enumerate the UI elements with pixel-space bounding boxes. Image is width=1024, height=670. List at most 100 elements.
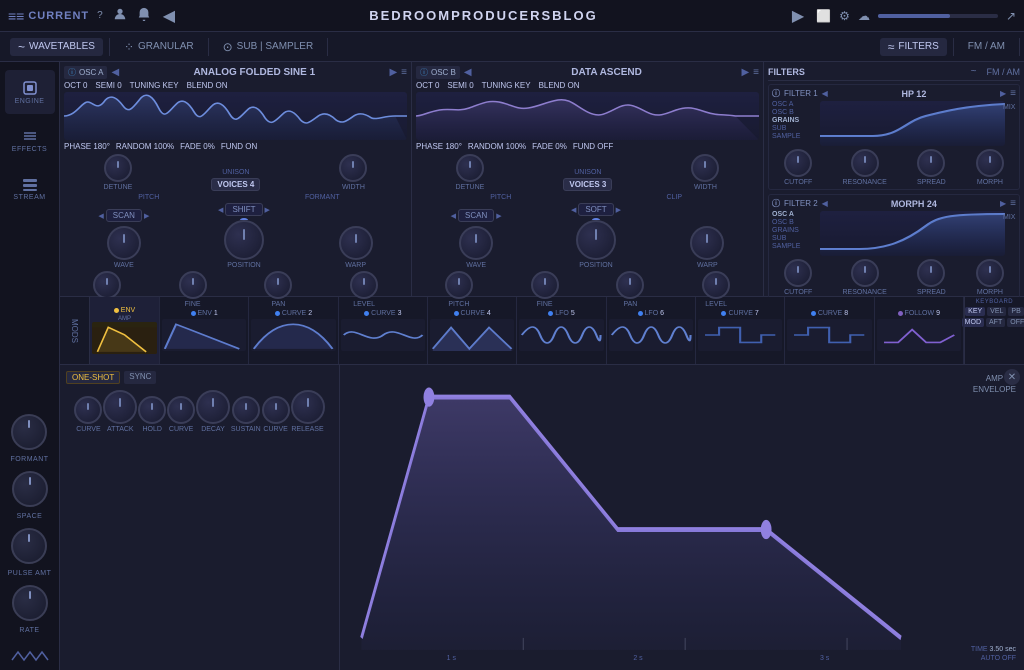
osc-a-shift-badge[interactable]: SHIFT	[225, 203, 262, 216]
kb-key[interactable]: KEY	[965, 307, 985, 316]
osc-a-scan-badge[interactable]: SCAN	[106, 209, 142, 222]
osc-a-voices-badge[interactable]: VOICES 4	[211, 178, 260, 191]
amp-env-close[interactable]: ✕	[1004, 369, 1020, 385]
env-curve3-knob[interactable]	[262, 396, 290, 424]
settings-icon[interactable]: ⚙	[839, 9, 850, 23]
mod-item-lfo5[interactable]: LFO 5	[517, 297, 606, 364]
osc-b-voices-badge[interactable]: VOICES 3	[563, 178, 612, 191]
env-attack-knob[interactable]	[103, 390, 137, 424]
tab-filters[interactable]: ≈ FILTERS	[880, 38, 947, 56]
filter1-next[interactable]: ▶	[1000, 89, 1006, 98]
osc-b-wave-knob[interactable]	[459, 226, 493, 260]
tab-wavetables[interactable]: ~ WAVETABLES	[10, 38, 103, 56]
sidebar-item-engine[interactable]: ENGINE	[5, 70, 55, 114]
filter2-menu[interactable]: ≡	[1010, 198, 1016, 209]
osc-b-pan-knob[interactable]	[616, 271, 644, 299]
cloud-icon[interactable]: ☁	[858, 9, 870, 23]
filter1-spread-knob[interactable]	[917, 149, 945, 177]
osc-b-detune-knob[interactable]	[456, 154, 484, 182]
filter1-resonance-knob[interactable]	[851, 149, 879, 177]
save-icon[interactable]: ⬜	[816, 9, 831, 23]
filter1-cutoff-knob[interactable]	[784, 149, 812, 177]
expand-icon[interactable]: ↗	[1006, 9, 1016, 23]
osc-a-next[interactable]: ▶	[389, 67, 397, 78]
preset-name: BEDROOMPRODUCERSBLOG	[187, 8, 780, 23]
pulse-amt-knob[interactable]	[11, 528, 47, 564]
filter2-next[interactable]: ▶	[1000, 199, 1006, 208]
tab-fm-am[interactable]: FM / AM	[960, 39, 1013, 54]
osc-b-level-knob[interactable]	[702, 271, 730, 299]
osc-a-width-knob[interactable]	[339, 154, 367, 182]
user-icon[interactable]	[113, 7, 127, 24]
rate-knob[interactable]	[12, 585, 48, 621]
osc-a-pitch-knob[interactable]	[93, 271, 121, 299]
mod-item-env1[interactable]: ENV 1	[160, 297, 249, 364]
kb-vel[interactable]: VEL	[987, 307, 1006, 316]
filter1-menu[interactable]: ≡	[1010, 88, 1016, 99]
filter1-prev[interactable]: ◀	[822, 89, 828, 98]
env-curve2-knob[interactable]	[167, 396, 195, 424]
sidebar-item-stream[interactable]: STREAM	[5, 166, 55, 210]
kb-aft[interactable]: AFT	[986, 318, 1005, 327]
mod-item-lfo6[interactable]: LFO 6	[607, 297, 696, 364]
mod-curve8-dot	[811, 311, 816, 316]
formant-knob[interactable]	[11, 414, 47, 450]
env-sustain-knob[interactable]	[232, 396, 260, 424]
filter2-morph-knob[interactable]	[976, 259, 1004, 287]
filter2-spread-knob[interactable]	[917, 259, 945, 287]
osc-b-menu[interactable]: ≡	[753, 67, 759, 78]
osc-a-level-knob[interactable]	[350, 271, 378, 299]
tab-granular[interactable]: ⁘ GRANULAR	[116, 38, 202, 56]
osc-a-prev[interactable]: ◀	[111, 67, 119, 78]
env-release-knob[interactable]	[291, 390, 325, 424]
osc-a-menu[interactable]: ≡	[401, 67, 407, 78]
mod-item-follow9[interactable]: FOLLOW 9	[875, 297, 964, 364]
osc-a-position-knob[interactable]	[224, 220, 264, 260]
filters-title: FILTERS	[768, 67, 805, 77]
help-icon[interactable]: ?	[97, 10, 103, 21]
osc-b-pitch-knob[interactable]	[445, 271, 473, 299]
mod-item-curve4[interactable]: CURVE 4	[428, 297, 517, 364]
filter1-morph-knob[interactable]	[976, 149, 1004, 177]
osc-b-position-knob[interactable]	[576, 220, 616, 260]
env-sync-badge[interactable]: SYNC	[124, 371, 156, 384]
osc-b-section-labels: PITCH CLIP	[416, 194, 759, 201]
env-hold-knob[interactable]	[138, 396, 166, 424]
tab-bar: ~ WAVETABLES ⁘ GRANULAR ⊙ SUB | SAMPLER …	[0, 32, 1024, 62]
osc-b-width-knob[interactable]	[691, 154, 719, 182]
tab-sub-sampler[interactable]: ⊙ SUB | SAMPLER	[215, 38, 322, 56]
fm-am-label[interactable]: FM / AM	[987, 67, 1021, 77]
kb-pb[interactable]: PB	[1008, 307, 1023, 316]
nav-prev[interactable]: ◀	[159, 6, 179, 26]
filter2-cutoff-knob[interactable]	[784, 259, 812, 287]
mod-item-curve3[interactable]: CURVE 3	[339, 297, 428, 364]
osc-b-warp-knob[interactable]	[690, 226, 724, 260]
space-knob[interactable]	[12, 471, 48, 507]
osc-b-scan-badge[interactable]: SCAN	[458, 209, 494, 222]
bell-icon[interactable]	[137, 7, 151, 24]
env-decay-knob[interactable]	[196, 390, 230, 424]
osc-b-clip-badge[interactable]: SOFT	[578, 203, 613, 216]
osc-a-wave-knob[interactable]	[107, 226, 141, 260]
mod-item-curve2[interactable]: CURVE 2	[249, 297, 338, 364]
mod-curve4-preview	[430, 319, 514, 351]
osc-b-next[interactable]: ▶	[741, 67, 749, 78]
osc-a-fine-knob[interactable]	[179, 271, 207, 299]
sidebar-item-effects[interactable]: EFFECTS	[5, 118, 55, 162]
osc-a-warp-knob[interactable]	[339, 226, 373, 260]
mod-item-amp-env[interactable]: ENV AMP	[90, 297, 160, 364]
mod-item-curve7[interactable]: CURVE 7	[696, 297, 785, 364]
kb-mod[interactable]: MOD	[962, 318, 984, 327]
kb-off[interactable]: OFF	[1007, 318, 1024, 327]
env-one-shot-badge[interactable]: ONE-SHOT	[66, 371, 120, 384]
osc-b-fine-knob[interactable]	[531, 271, 559, 299]
osc-a-pan-knob[interactable]	[264, 271, 292, 299]
nav-next[interactable]: ▶	[788, 6, 808, 26]
filter2-prev[interactable]: ◀	[822, 199, 828, 208]
mod-item-curve8[interactable]: CURVE 8	[785, 297, 874, 364]
osc-b-prev[interactable]: ◀	[464, 67, 472, 78]
filter2-resonance-knob[interactable]	[851, 259, 879, 287]
osc-a-detune-knob[interactable]	[104, 154, 132, 182]
amp-env-time: TIME 3.50 sec	[971, 646, 1016, 653]
env-curve1-knob[interactable]	[74, 396, 102, 424]
